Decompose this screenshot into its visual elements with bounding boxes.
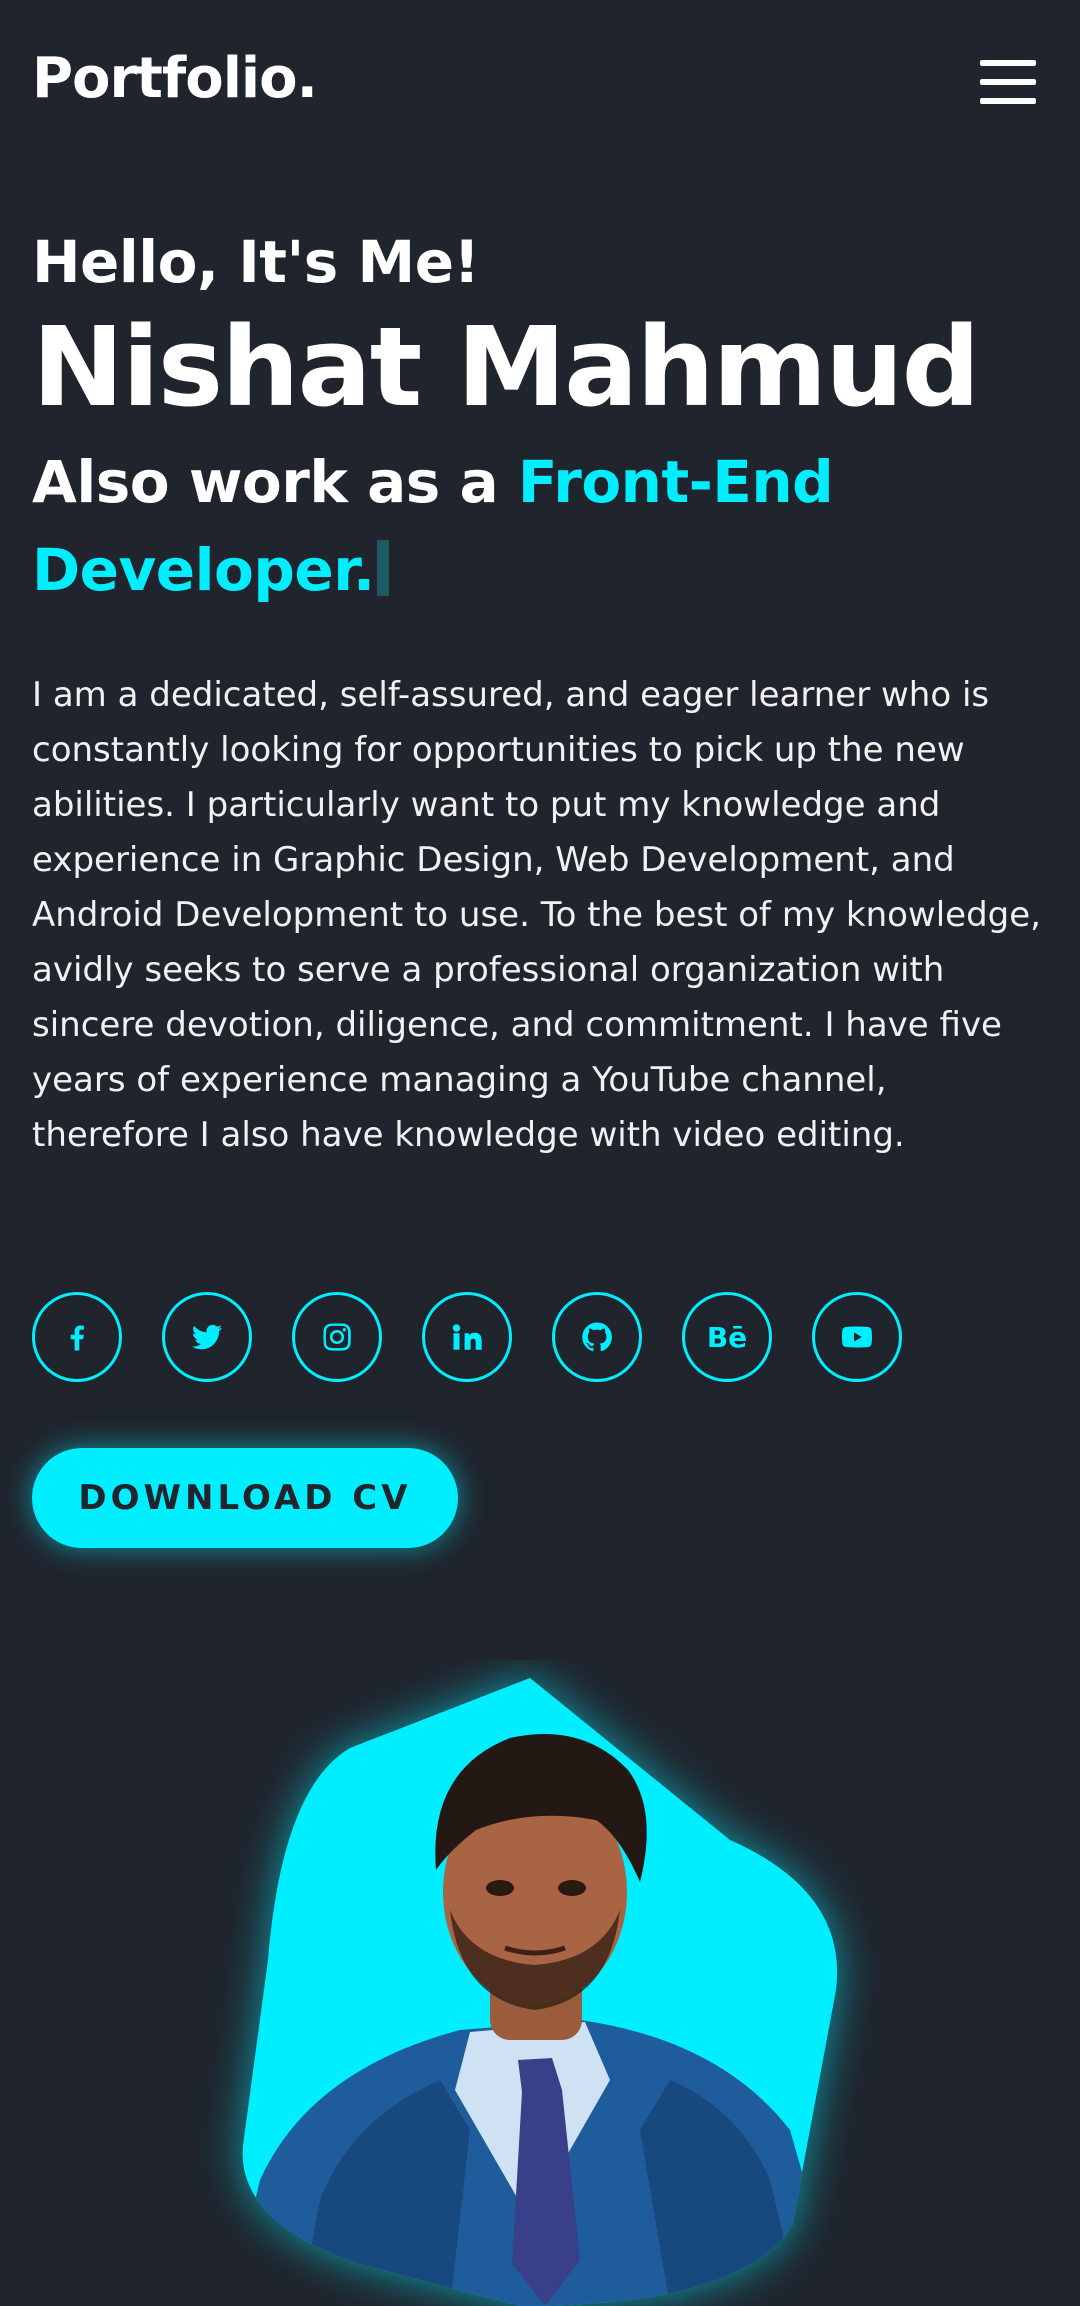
role-heading: Also work as a Front-End Developer. bbox=[32, 438, 1052, 614]
facebook-icon[interactable] bbox=[32, 1292, 122, 1382]
logo[interactable]: Portfolio. bbox=[32, 46, 318, 111]
bio-paragraph: I am a dedicated, self-assured, and eage… bbox=[32, 675, 1041, 1155]
twitter-icon[interactable] bbox=[162, 1292, 252, 1382]
menu-bar-bottom bbox=[980, 98, 1036, 104]
hamburger-menu-icon[interactable] bbox=[980, 60, 1036, 104]
site-header: Portfolio. bbox=[0, 0, 1080, 165]
download-cv-button[interactable]: DOWNLOAD CV bbox=[32, 1448, 458, 1548]
youtube-icon[interactable] bbox=[812, 1292, 902, 1382]
menu-bar-top bbox=[980, 60, 1036, 66]
greeting: Hello, It's Me! bbox=[32, 228, 480, 296]
name-heading: Nishat Mahmud bbox=[32, 303, 980, 431]
behance-icon[interactable]: Bē bbox=[682, 1292, 772, 1382]
instagram-icon[interactable] bbox=[292, 1292, 382, 1382]
role-prefix: Also work as a bbox=[32, 448, 518, 516]
menu-bar-middle bbox=[980, 79, 1036, 85]
typing-cursor bbox=[376, 540, 389, 596]
linkedin-icon[interactable] bbox=[422, 1292, 512, 1382]
behance-label: Bē bbox=[706, 1320, 748, 1354]
home-section: Hello, It's Me! Nishat Mahmud Also work … bbox=[32, 222, 1052, 1163]
profile-photo bbox=[200, 1660, 880, 2306]
github-icon[interactable] bbox=[552, 1292, 642, 1382]
